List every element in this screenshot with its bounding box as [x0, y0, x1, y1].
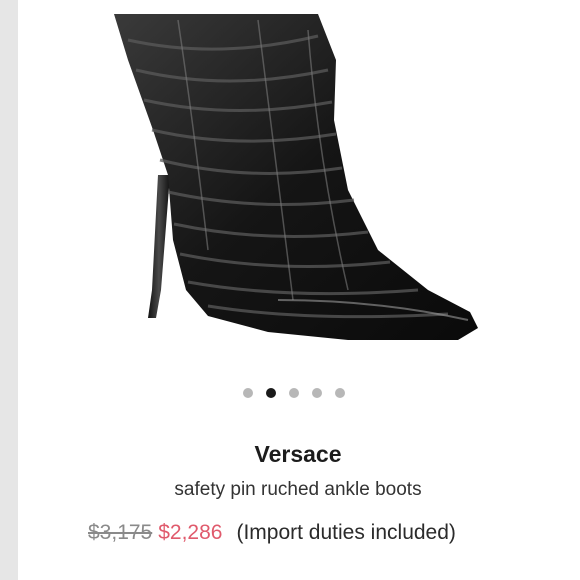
- product-image-boot[interactable]: [18, 0, 580, 372]
- product-brand[interactable]: Versace: [0, 441, 580, 468]
- carousel-dot-3[interactable]: [289, 388, 299, 398]
- import-duties-note: (Import duties included): [236, 521, 456, 544]
- sale-price: $2,286: [158, 521, 223, 544]
- image-carousel-dots: [0, 388, 580, 398]
- product-page: Versace safety pin ruched ankle boots $3…: [0, 0, 580, 580]
- original-price: $3,175: [88, 521, 153, 544]
- carousel-dot-4[interactable]: [312, 388, 322, 398]
- carousel-dot-1[interactable]: [243, 388, 253, 398]
- price-row: $3,175 $2,286 (Import duties included): [88, 521, 456, 545]
- product-name: safety pin ruched ankle boots: [174, 479, 422, 500]
- carousel-dot-2-active[interactable]: [266, 388, 276, 398]
- carousel-dot-5[interactable]: [335, 388, 345, 398]
